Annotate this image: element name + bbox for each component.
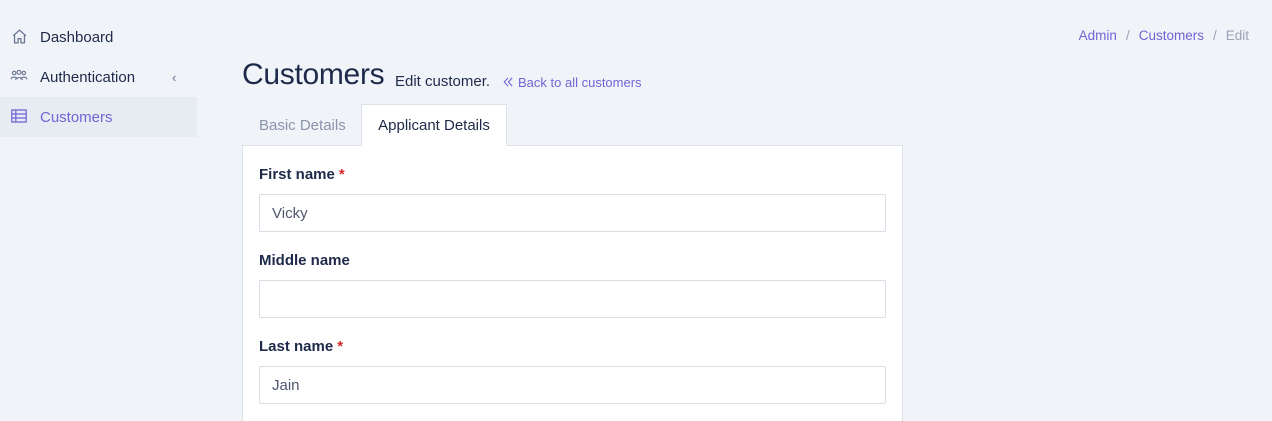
breadcrumb-separator: / <box>1212 28 1217 43</box>
table-icon <box>10 107 28 125</box>
page-title: Customers <box>242 58 385 91</box>
users-icon <box>10 67 28 85</box>
back-link-label: Back to all customers <box>518 75 642 90</box>
breadcrumb-customers[interactable]: Customers <box>1139 28 1204 43</box>
page-subtitle: Edit customer. <box>395 73 491 90</box>
first-name-label-text: First name <box>259 166 335 183</box>
middle-name-input[interactable] <box>259 280 886 318</box>
last-name-label: Last name * <box>259 338 343 355</box>
tab-applicant-details[interactable]: Applicant Details <box>361 104 507 146</box>
applicant-details-form: First name* Middle name Last name* <box>242 145 903 421</box>
home-icon <box>10 27 28 45</box>
first-name-input[interactable] <box>259 194 886 232</box>
required-marker: * <box>338 166 345 183</box>
sidebar: Dashboard Authentication ‹ Customers <box>0 0 197 421</box>
breadcrumb-admin[interactable]: Admin <box>1079 28 1117 43</box>
tab-basic-details[interactable]: Basic Details <box>243 104 362 146</box>
chevron-left-icon: ‹ <box>172 69 177 85</box>
breadcrumb: Admin / Customers / Edit <box>1079 28 1249 43</box>
required-marker: * <box>337 338 344 355</box>
first-name-label: First name * <box>259 166 345 183</box>
last-name-label-text: Last name <box>259 338 334 355</box>
double-chevron-left-icon <box>503 75 513 90</box>
sidebar-item-dashboard[interactable]: Dashboard <box>0 17 197 57</box>
sidebar-item-authentication[interactable]: Authentication ‹ <box>0 57 197 97</box>
back-to-customers-link[interactable]: Back to all customers <box>503 75 642 90</box>
last-name-input[interactable] <box>259 366 886 404</box>
middle-name-label-text: Middle name <box>259 252 350 269</box>
sidebar-item-label: Authentication <box>40 68 136 86</box>
sidebar-item-label: Customers <box>40 108 113 126</box>
sidebar-item-customers[interactable]: Customers <box>0 97 197 137</box>
sidebar-item-label: Dashboard <box>40 28 114 46</box>
middle-name-label: Middle name <box>259 252 350 269</box>
breadcrumb-edit: Edit <box>1225 28 1249 43</box>
breadcrumb-separator: / <box>1125 28 1130 43</box>
